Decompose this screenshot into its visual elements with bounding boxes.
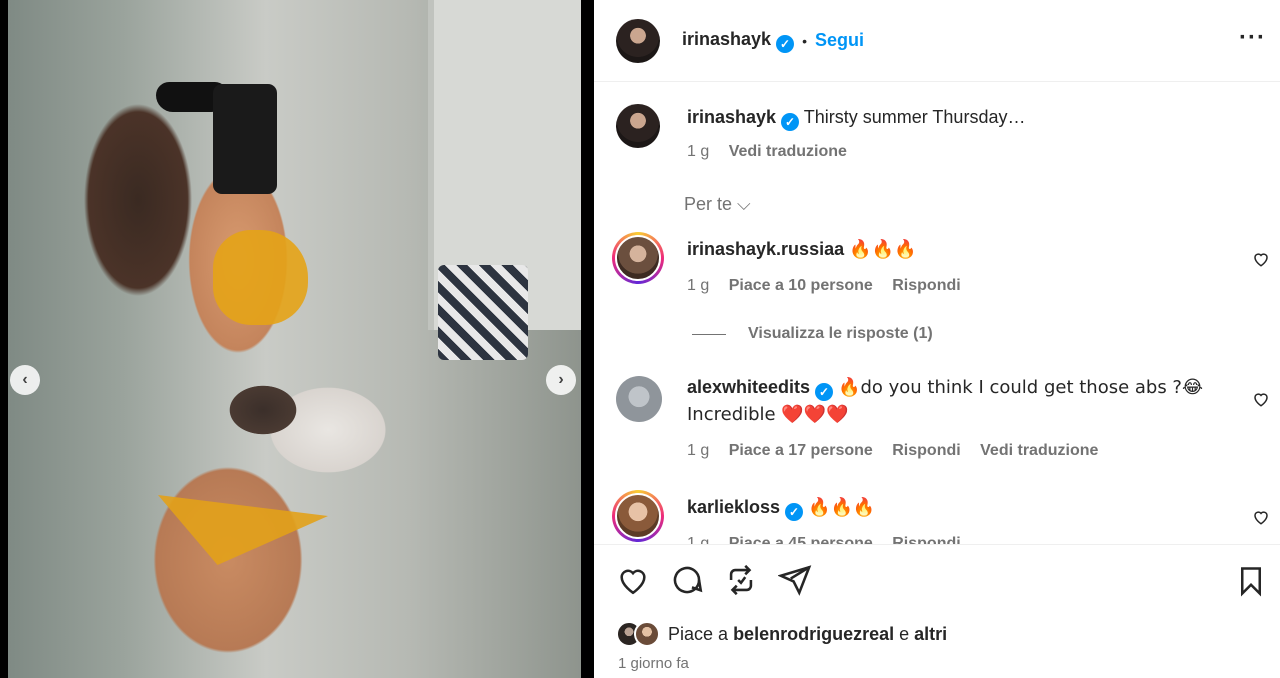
likes-text: Piace a belenrodriguezreal e altri [668, 624, 947, 645]
comment-body: irinashayk.russiaa 🔥🔥🔥 1 g Piace a 10 pe… [687, 236, 1220, 299]
comment-row: karliekloss ✓ 🔥🔥🔥 1 g Piace a 45 persone … [612, 490, 1280, 544]
post-header: irinashayk ✓ • Segui ··· [594, 0, 1280, 82]
comment-body: karliekloss ✓ 🔥🔥🔥 1 g Piace a 45 persone … [687, 494, 1220, 544]
translate-link[interactable]: Vedi traduzione [980, 442, 1098, 459]
likes-user-link[interactable]: belenrodriguezreal [733, 624, 894, 644]
avatar[interactable] [616, 104, 660, 148]
comment-username[interactable]: irinashayk.russiaa [687, 239, 844, 259]
caption-username[interactable]: irinashayk [687, 107, 776, 127]
verified-icon: ✓ [776, 34, 795, 53]
comment-time: 1 g [687, 277, 710, 294]
separator-dot: • [802, 32, 807, 49]
carousel-prev-button[interactable]: ‹ [10, 365, 40, 395]
comment-text: 🔥🔥🔥 [808, 497, 876, 518]
comment-likes[interactable]: Piace a 45 persone [729, 535, 873, 544]
share-icon[interactable] [778, 563, 812, 597]
reply-button[interactable]: Rispondi [892, 442, 960, 459]
repost-icon[interactable] [724, 563, 758, 597]
likes-summary: Piace a belenrodriguezreal e altri [616, 621, 947, 647]
likes-mid: e [899, 623, 910, 644]
comment-text-line2: Incredible ❤️❤️❤️ [687, 404, 849, 425]
avatar[interactable] [616, 376, 662, 422]
photo-pillow [438, 265, 528, 360]
avatar[interactable] [612, 490, 664, 542]
username-text[interactable]: irinashayk [682, 29, 771, 49]
avatar[interactable] [634, 621, 660, 647]
comment-body: alexwhiteedits ✓ 🔥do you think I could ge… [687, 374, 1220, 464]
header-username[interactable]: irinashayk ✓ [682, 29, 795, 53]
action-bar: Piace a belenrodriguezreal e altri 1 gio… [594, 544, 1280, 678]
post-sidebar: irinashayk ✓ • Segui ··· irinashayk ✓ Thir… [594, 0, 1280, 678]
photo-detail [213, 84, 277, 194]
post-photo[interactable] [8, 0, 581, 678]
comment-username[interactable]: karliekloss [687, 497, 780, 517]
view-replies-label[interactable]: Visualizza le risposte (1) [748, 325, 933, 343]
comment-username[interactable]: alexwhiteedits [687, 377, 810, 397]
save-icon[interactable] [1236, 565, 1266, 597]
likes-prefix: Piace a [668, 623, 729, 644]
post-media: ‹ › [0, 0, 594, 678]
translate-link[interactable]: Vedi traduzione [729, 143, 847, 160]
comment-likes[interactable]: Piace a 17 persone [729, 442, 873, 459]
comment-time: 1 g [687, 535, 710, 544]
comment-row: alexwhiteedits ✓ 🔥do you think I could ge… [616, 376, 1280, 459]
for-you-filter[interactable]: Per te ⌵ [684, 194, 751, 215]
likes-others-link[interactable]: altri [914, 624, 947, 644]
caption-body: irinashayk ✓ Thirsty summer Thursday… 1 g… [687, 104, 1220, 165]
comment-like-icon[interactable] [1252, 250, 1270, 268]
instagram-post-view: ‹ › irinashayk ✓ • Segui ··· irinashayk ✓ … [0, 0, 1280, 678]
action-icons [616, 563, 812, 597]
comment-icon[interactable] [670, 563, 704, 597]
comment-meta: 1 g Piace a 10 persone Rispondi [687, 273, 1220, 299]
verified-icon: ✓ [815, 383, 834, 401]
caption-text: Thirsty summer Thursday… [803, 107, 1026, 127]
divider-line [692, 333, 726, 335]
comment-text: 🔥do you think I could get those abs ?😂 [838, 377, 1204, 398]
carousel-next-button[interactable]: › [546, 365, 576, 395]
photo-detail [213, 230, 308, 325]
follow-button[interactable]: Segui [815, 30, 864, 51]
avatar[interactable] [612, 232, 664, 284]
reply-button[interactable]: Rispondi [892, 277, 960, 294]
comment-like-icon[interactable] [1252, 508, 1270, 526]
comments-list[interactable]: irinashayk ✓ Thirsty summer Thursday… 1 g… [594, 82, 1280, 544]
comment-like-icon[interactable] [1252, 390, 1270, 408]
comment-meta: 1 g Piace a 17 persone Rispondi Vedi tra… [687, 438, 1220, 464]
view-replies-button[interactable]: Visualizza le risposte (1) [692, 325, 933, 343]
comment-likes[interactable]: Piace a 10 persone [729, 277, 873, 294]
reply-button[interactable]: Rispondi [892, 535, 960, 544]
more-icon[interactable]: ··· [1239, 24, 1266, 52]
verified-icon: ✓ [781, 113, 800, 131]
caption-meta: 1 g Vedi traduzione [687, 139, 1220, 165]
verified-icon: ✓ [785, 503, 804, 521]
comment-time: 1 g [687, 442, 710, 459]
save-button[interactable] [1236, 565, 1266, 597]
like-icon[interactable] [616, 563, 650, 597]
comment-row: irinashayk.russiaa 🔥🔥🔥 1 g Piace a 10 pe… [612, 232, 1280, 294]
comment-meta: 1 g Piace a 45 persone Rispondi [687, 531, 1220, 544]
comment-text: 🔥🔥🔥 [849, 239, 917, 260]
avatar[interactable] [616, 18, 660, 63]
caption-time: 1 g [687, 143, 710, 160]
post-time[interactable]: 1 giorno fa [618, 655, 689, 672]
photo-detail [158, 495, 328, 565]
